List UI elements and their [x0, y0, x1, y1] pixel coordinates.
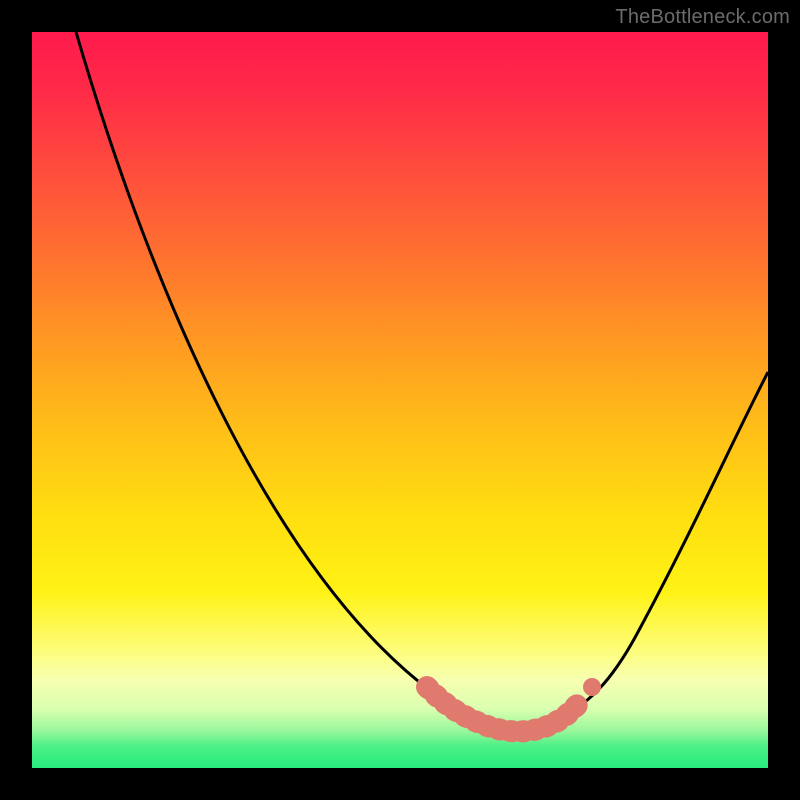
curve-line [76, 32, 768, 725]
plot-area [32, 32, 768, 768]
watermark-text: TheBottleneck.com [615, 6, 790, 29]
bottleneck-curve [32, 32, 768, 768]
curve-highlight-dot [583, 678, 601, 696]
chart-frame: TheBottleneck.com [0, 0, 800, 800]
